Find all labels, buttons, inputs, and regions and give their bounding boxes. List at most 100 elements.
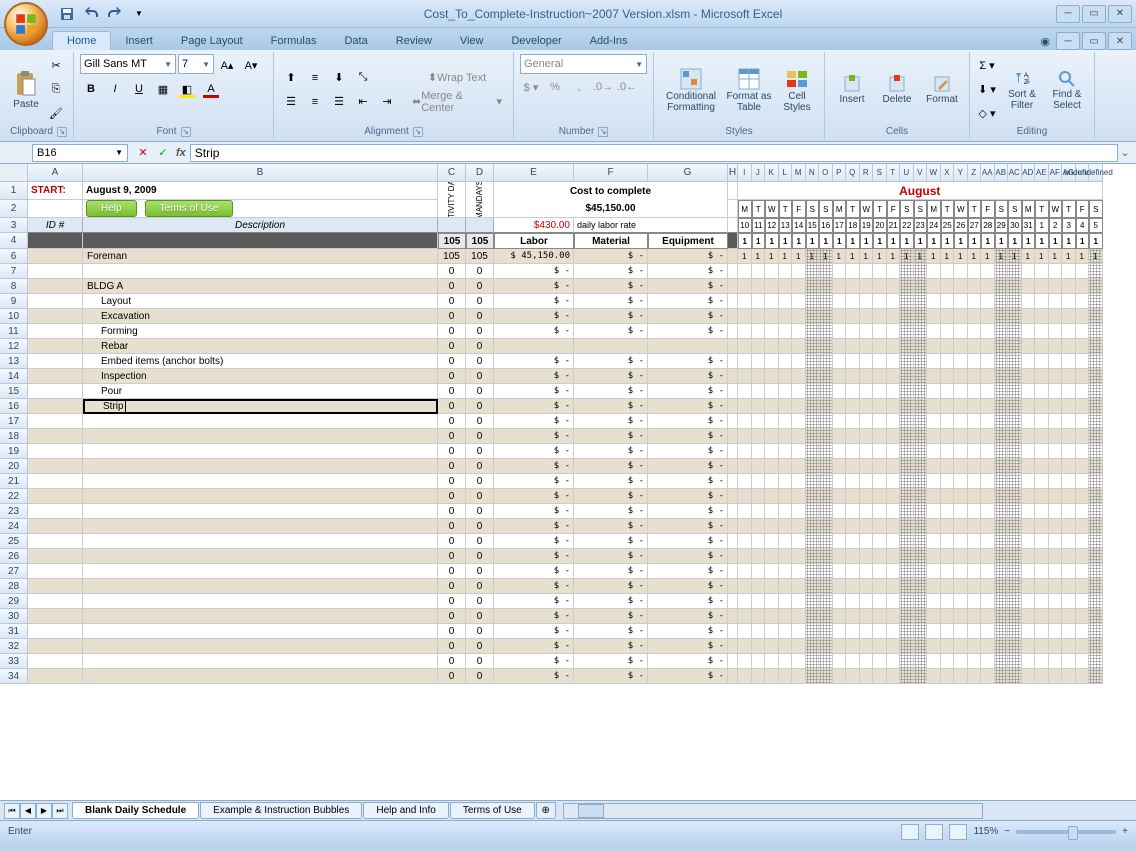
wrap-text-button[interactable]: ⬍ Wrap Text bbox=[407, 67, 507, 89]
cell-desc-row15[interactable]: Pour bbox=[83, 384, 438, 399]
cell-desc-row10[interactable]: Excavation bbox=[83, 309, 438, 324]
tab-formulas[interactable]: Formulas bbox=[257, 32, 331, 50]
qat-customize[interactable]: ▼ bbox=[128, 3, 150, 25]
zoom-level[interactable]: 115% bbox=[973, 826, 998, 837]
autosum-button[interactable]: Σ ▾ bbox=[976, 55, 998, 77]
cell-desc-row26[interactable] bbox=[83, 549, 438, 564]
help-icon[interactable]: ◉ bbox=[1034, 33, 1056, 50]
cell-desc-row21[interactable] bbox=[83, 474, 438, 489]
cell-desc-row34[interactable] bbox=[83, 669, 438, 684]
cell-desc-row13[interactable]: Embed items (anchor bolts) bbox=[83, 354, 438, 369]
font-size-combo[interactable]: 7▼ bbox=[178, 54, 214, 74]
delete-cells-button[interactable]: Delete bbox=[876, 57, 918, 123]
align-left-button[interactable]: ☰ bbox=[280, 91, 302, 113]
paste-button[interactable]: Paste bbox=[10, 57, 42, 123]
italic-button[interactable]: I bbox=[104, 78, 126, 100]
close-button[interactable]: ✕ bbox=[1108, 5, 1132, 23]
tab-nav-next[interactable]: ▶ bbox=[36, 803, 52, 819]
bold-button[interactable]: B bbox=[80, 78, 102, 100]
increase-indent-button[interactable]: ⇥ bbox=[376, 91, 398, 113]
border-button[interactable]: ▦ bbox=[152, 78, 174, 100]
conditional-formatting-button[interactable]: Conditional Formatting bbox=[660, 57, 722, 123]
font-dialog-icon[interactable]: ↘ bbox=[181, 127, 191, 137]
grow-font-button[interactable]: A▴ bbox=[216, 54, 238, 76]
comma-button[interactable]: , bbox=[568, 76, 590, 98]
horizontal-scrollbar[interactable] bbox=[563, 803, 983, 819]
tab-view[interactable]: View bbox=[446, 32, 498, 50]
merge-center-button[interactable]: ⬌ Merge & Center ▾ bbox=[407, 91, 507, 113]
cell-desc-row24[interactable] bbox=[83, 519, 438, 534]
underline-button[interactable]: U bbox=[128, 78, 150, 100]
decrease-decimal-button[interactable]: .0← bbox=[616, 76, 638, 98]
align-top-button[interactable]: ⬆ bbox=[280, 67, 302, 89]
view-page-layout-button[interactable] bbox=[925, 824, 943, 840]
sheet-tab-example[interactable]: Example & Instruction Bubbles bbox=[200, 802, 362, 819]
tab-nav-prev[interactable]: ◀ bbox=[20, 803, 36, 819]
tab-developer[interactable]: Developer bbox=[497, 32, 575, 50]
cell-desc-row16[interactable]: Strip bbox=[83, 399, 438, 414]
minimize-button[interactable]: ─ bbox=[1056, 5, 1080, 23]
cell-desc-row19[interactable] bbox=[83, 444, 438, 459]
tab-nav-last[interactable]: ⏭ bbox=[52, 803, 68, 819]
sheet-tab-blank[interactable]: Blank Daily Schedule bbox=[72, 802, 199, 819]
align-middle-button[interactable]: ≡ bbox=[304, 67, 326, 89]
cell-desc-row30[interactable] bbox=[83, 609, 438, 624]
sheet-tab-terms[interactable]: Terms of Use bbox=[450, 802, 535, 819]
cell-styles-button[interactable]: Cell Styles bbox=[776, 57, 818, 123]
workbook-restore[interactable]: ▭ bbox=[1082, 32, 1106, 50]
fx-icon[interactable]: fx bbox=[176, 147, 186, 159]
cell-desc-row27[interactable] bbox=[83, 564, 438, 579]
copy-button[interactable]: ⎘ bbox=[45, 79, 67, 101]
enter-formula-icon[interactable]: ✓ bbox=[154, 144, 172, 162]
cell-desc-row29[interactable] bbox=[83, 594, 438, 609]
cell-desc-row7[interactable] bbox=[83, 264, 438, 279]
tab-insert[interactable]: Insert bbox=[111, 32, 167, 50]
format-as-table-button[interactable]: Format as Table bbox=[725, 57, 773, 123]
format-painter-button[interactable]: 🖌 bbox=[45, 103, 67, 125]
cell-desc-row8[interactable]: BLDG A bbox=[83, 279, 438, 294]
cell-desc-row28[interactable] bbox=[83, 579, 438, 594]
tab-data[interactable]: Data bbox=[330, 32, 381, 50]
name-box[interactable]: B16▼ bbox=[32, 144, 128, 162]
alignment-dialog-icon[interactable]: ↘ bbox=[413, 127, 423, 137]
cell-desc-row9[interactable]: Layout bbox=[83, 294, 438, 309]
cell-desc-row11[interactable]: Forming bbox=[83, 324, 438, 339]
sheet-tab-help[interactable]: Help and Info bbox=[363, 802, 449, 819]
save-button[interactable] bbox=[56, 3, 78, 25]
tab-review[interactable]: Review bbox=[382, 32, 446, 50]
cancel-formula-icon[interactable]: ✕ bbox=[134, 144, 152, 162]
redo-button[interactable] bbox=[104, 3, 126, 25]
find-select-button[interactable]: Find & Select bbox=[1046, 57, 1088, 123]
zoom-slider[interactable] bbox=[1016, 830, 1116, 834]
fill-button[interactable]: ⬇ ▾ bbox=[976, 79, 998, 101]
undo-button[interactable] bbox=[80, 3, 102, 25]
cell-desc-row12[interactable]: Rebar bbox=[83, 339, 438, 354]
orientation-button[interactable]: ⤡ bbox=[352, 67, 374, 89]
fill-color-button[interactable]: ◧ bbox=[176, 78, 198, 100]
clipboard-dialog-icon[interactable]: ↘ bbox=[57, 127, 67, 137]
restore-button[interactable]: ▭ bbox=[1082, 5, 1106, 23]
cell-desc-row25[interactable] bbox=[83, 534, 438, 549]
new-sheet-tab[interactable]: ⊕ bbox=[536, 802, 556, 819]
zoom-in-button[interactable]: + bbox=[1122, 826, 1128, 837]
cell-desc-row22[interactable] bbox=[83, 489, 438, 504]
workbook-close[interactable]: ✕ bbox=[1108, 32, 1132, 50]
cut-button[interactable]: ✂ bbox=[45, 55, 67, 77]
currency-button[interactable]: $ ▾ bbox=[520, 76, 542, 98]
tab-page-layout[interactable]: Page Layout bbox=[167, 32, 257, 50]
tab-nav-first[interactable]: ⏮ bbox=[4, 803, 20, 819]
cell-desc-row14[interactable]: Inspection bbox=[83, 369, 438, 384]
help-button[interactable]: Help bbox=[86, 200, 137, 217]
align-right-button[interactable]: ☰ bbox=[328, 91, 350, 113]
cell-desc-row23[interactable] bbox=[83, 504, 438, 519]
view-normal-button[interactable] bbox=[901, 824, 919, 840]
font-family-combo[interactable]: Gill Sans MT▼ bbox=[80, 54, 176, 74]
terms-button[interactable]: Terms of Use bbox=[145, 200, 234, 217]
increase-decimal-button[interactable]: .0→ bbox=[592, 76, 614, 98]
number-dialog-icon[interactable]: ↘ bbox=[598, 127, 608, 137]
percent-button[interactable]: % bbox=[544, 76, 566, 98]
cell-desc-row18[interactable] bbox=[83, 429, 438, 444]
font-color-button[interactable]: A bbox=[200, 78, 222, 100]
expand-formula-bar-icon[interactable]: ⌄ bbox=[1118, 146, 1132, 159]
align-center-button[interactable]: ≡ bbox=[304, 91, 326, 113]
